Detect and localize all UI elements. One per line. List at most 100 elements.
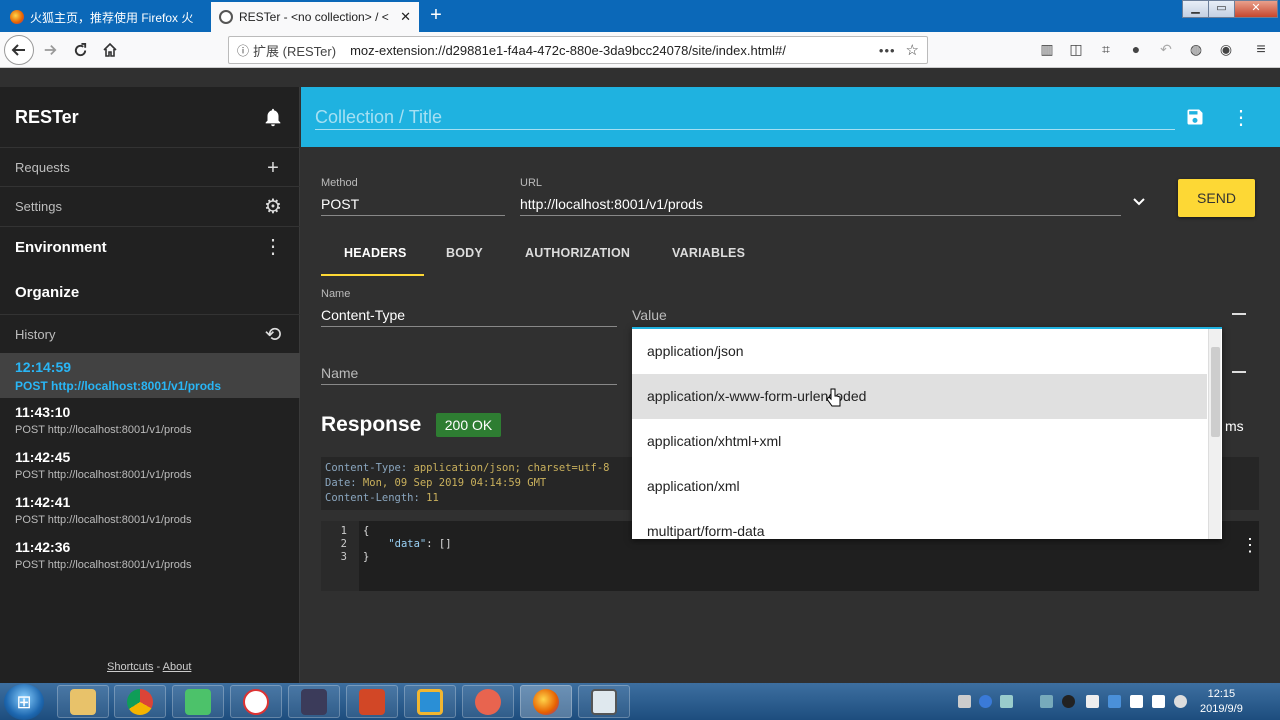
taskbar-app-editor[interactable] (230, 685, 282, 718)
new-header-name-field[interactable]: Name (321, 365, 358, 381)
url-field[interactable]: http://localhost:8001/v1/prods (520, 196, 703, 212)
dropdown-option[interactable]: application/xml (632, 464, 1207, 509)
more-vert-icon[interactable]: ⋮ (1241, 535, 1259, 556)
app-title: RESTer (15, 107, 79, 127)
menu-icon[interactable]: ≡ (1252, 41, 1270, 59)
remove-header-button[interactable] (1232, 371, 1246, 373)
dropdown-option[interactable]: multipart/form-data (632, 509, 1207, 539)
header-value-field[interactable]: Value (632, 307, 667, 323)
taskbar-app-go[interactable] (288, 685, 340, 718)
info-icon[interactable]: ⓘ (237, 42, 249, 59)
status-badge: 200 OK (436, 413, 501, 437)
taskbar-app-explorer[interactable] (57, 685, 109, 718)
taskbar-app-powerpoint[interactable] (346, 685, 398, 718)
sidebar-item-history[interactable]: History ⟲ (0, 314, 300, 354)
sidebar-icon[interactable]: ◫ (1067, 41, 1085, 59)
sidebar-item-environment[interactable]: Environment ⋮ (0, 226, 300, 266)
scrollbar-thumb[interactable] (1211, 347, 1220, 437)
volume-icon[interactable] (1174, 695, 1187, 708)
taskbar-app-notes[interactable] (404, 685, 456, 718)
add-icon[interactable]: + (262, 157, 284, 179)
tab-variables[interactable]: VARIABLES (672, 246, 745, 260)
tray-icon[interactable] (1040, 695, 1053, 708)
history-time: 11:42:36 (15, 539, 71, 555)
back-button[interactable] (4, 35, 34, 65)
tab-body[interactable]: BODY (446, 246, 483, 260)
more-vert-icon[interactable]: ⋮ (1231, 105, 1251, 129)
taskbar-app-window[interactable] (578, 685, 630, 718)
taskbar-app-wechat[interactable] (172, 685, 224, 718)
history-entry[interactable]: 11:43:10 POST http://localhost:8001/v1/p… (0, 398, 300, 443)
chat-icon[interactable]: ● (1127, 41, 1145, 59)
tray-icon[interactable] (958, 695, 971, 708)
maximize-button[interactable]: ▭ (1208, 0, 1235, 18)
more-vert-icon[interactable]: ⋮ (262, 236, 284, 258)
history-time: 11:42:45 (15, 449, 71, 465)
account-icon[interactable]: ◉ (1217, 41, 1235, 59)
sidebar-item-label: Requests (15, 160, 70, 175)
history-time: 12:14:59 (15, 359, 72, 375)
tray-icon[interactable] (1000, 695, 1013, 708)
start-button[interactable]: ⊞ (4, 684, 44, 720)
dropdown-option[interactable]: application/json (632, 329, 1207, 374)
history-url: POST http://localhost:8001/v1/prods (15, 514, 192, 526)
notifications-button[interactable] (262, 106, 284, 128)
rester-toolbar-icon[interactable]: ◍ (1187, 41, 1205, 59)
home-button[interactable] (98, 38, 122, 62)
reload-button[interactable] (68, 38, 92, 62)
rester-icon (219, 10, 233, 24)
taskbar-app-chrome[interactable] (114, 685, 166, 718)
shortcuts-link[interactable]: Shortcuts (107, 661, 153, 673)
minimize-button[interactable]: ▁ (1182, 0, 1209, 18)
history-entry[interactable]: 11:42:41 POST http://localhost:8001/v1/p… (0, 488, 300, 533)
page-actions-icon[interactable]: ••• (879, 43, 896, 58)
tab-authorization[interactable]: AUTHORIZATION (525, 246, 630, 260)
dropdown-option-highlighted[interactable]: application/x-www-form-urlencoded (632, 374, 1207, 419)
chevron-down-icon[interactable] (1131, 193, 1147, 209)
gear-icon[interactable]: ⚙ (262, 196, 284, 218)
system-clock[interactable]: 12:15 2019/9/9 (1200, 687, 1243, 717)
sidebar-item-requests[interactable]: Requests + (0, 147, 300, 187)
url-text[interactable]: moz-extension://d29881e1-f4a4-472c-880e-… (350, 43, 873, 58)
response-time-unit: ms (1225, 418, 1244, 434)
history-entry[interactable]: 11:42:45 POST http://localhost:8001/v1/p… (0, 443, 300, 488)
response-body-text: { "data": []} (363, 525, 452, 564)
dropdown-scrollbar[interactable] (1208, 329, 1221, 539)
taskbar-app-firefox[interactable] (520, 685, 572, 718)
bookmark-star-icon[interactable]: ☆ (906, 41, 919, 59)
library-icon[interactable]: ▥ (1038, 41, 1056, 59)
qq-icon[interactable] (1062, 695, 1075, 708)
header-name-field[interactable]: Content-Type (321, 307, 405, 323)
sidebar-item-organize[interactable]: Organize (0, 272, 300, 312)
send-button[interactable]: SEND (1178, 179, 1255, 217)
address-bar[interactable]: ⓘ 扩展 (RESTer) moz-extension://d29881e1-f… (228, 36, 928, 64)
save-icon (1187, 109, 1203, 125)
history-entry[interactable]: 12:14:59 POST http://localhost:8001/v1/p… (0, 353, 300, 398)
remove-header-button[interactable] (1232, 313, 1246, 315)
network-icon[interactable] (1130, 695, 1143, 708)
tab-headers[interactable]: HEADERS (344, 246, 407, 260)
sidebar-item-label: Environment (15, 239, 107, 256)
help-icon[interactable] (979, 695, 992, 708)
close-window-button[interactable]: ✕ (1234, 0, 1278, 18)
save-button[interactable] (1185, 107, 1205, 127)
screenshot-icon[interactable]: ⌗ (1097, 41, 1115, 59)
collection-title-input[interactable]: Collection / Title (315, 107, 442, 128)
method-field[interactable]: POST (321, 196, 359, 212)
history-entry[interactable]: 11:42:36 POST http://localhost:8001/v1/p… (0, 533, 300, 578)
shield-icon[interactable] (1108, 695, 1121, 708)
flag-icon[interactable] (1152, 695, 1165, 708)
clock-date: 2019/9/9 (1200, 703, 1243, 715)
forward-button[interactable] (38, 38, 62, 62)
close-tab-icon[interactable]: ✕ (400, 9, 411, 25)
undo-icon[interactable]: ↶ (1157, 41, 1175, 59)
taskbar-app-bird[interactable] (462, 685, 514, 718)
browser-tab-firefox-home[interactable]: 火狐主页，推荐使用 Firefox 火 (2, 2, 210, 32)
tray-icon[interactable] (1086, 695, 1099, 708)
history-icon[interactable]: ⟲ (262, 324, 284, 346)
new-tab-button[interactable]: + (422, 4, 450, 27)
browser-tab-rester[interactable]: RESTer - <no collection> / < ✕ (211, 2, 419, 32)
about-link[interactable]: About (163, 661, 192, 673)
dropdown-option[interactable]: application/xhtml+xml (632, 419, 1207, 464)
sidebar-item-settings[interactable]: Settings ⚙ (0, 186, 300, 226)
